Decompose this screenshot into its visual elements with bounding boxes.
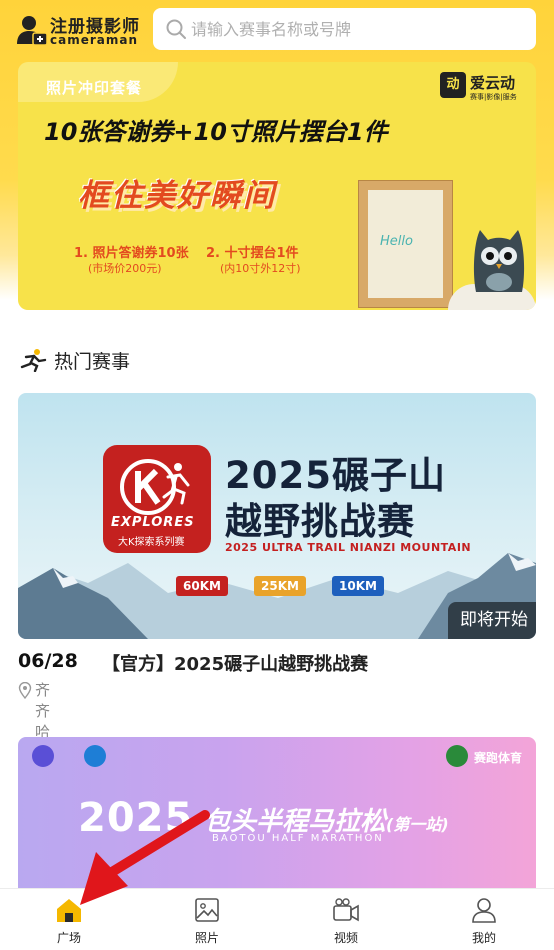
tab-label: 广场 (56, 931, 81, 945)
register-photographer-button[interactable]: 注册摄影师 cameraman (16, 12, 146, 48)
app-screen: 注册摄影师 cameraman 照片冲印套餐 动 爱云动 赛事|影像|服务 10… (0, 0, 554, 950)
video-camera-icon (333, 898, 359, 922)
sponsor-logo (32, 745, 54, 767)
tab-me[interactable]: 我的 (415, 889, 553, 950)
banner-item2-title: 2. 十寸摆台1件 (206, 246, 299, 261)
tab-photo[interactable]: 照片 (138, 889, 276, 950)
event-logo-text: EXPLORES (111, 515, 195, 530)
poster-subtitle: BAOTOU HALF MARATHON (212, 833, 384, 844)
frame-text: Hello (380, 234, 413, 249)
banner-headline: 10张答谢券+10寸照片摆台1件 (44, 118, 388, 146)
add-user-icon (17, 16, 48, 46)
banner-item1-title: 1. 照片答谢券10张 (74, 246, 189, 261)
tab-label: 照片 (194, 931, 219, 945)
runner-k-icon (120, 459, 190, 515)
search-input[interactable] (191, 8, 521, 50)
banner-item1-subtitle: (市场价200元) (88, 262, 162, 275)
event-logo-subtext: 大K探索系列赛 (118, 537, 185, 548)
poster-title-line2: 越野挑战赛 (225, 500, 415, 543)
banner-item2-subtitle: (内10寸外12寸) (220, 262, 301, 275)
sponsor-logo (84, 745, 106, 767)
photo-icon (195, 898, 219, 922)
top-bar: 注册摄影师 cameraman (0, 0, 554, 60)
bottom-tab-bar: 广场 照片 视频 我的 (0, 888, 554, 950)
tab-video[interactable]: 视频 (277, 889, 415, 950)
event-date: 06/28 (18, 650, 78, 672)
section-title: 热门赛事 (54, 351, 131, 373)
status-badge: 即将开始 (448, 602, 536, 639)
photo-frame-inner: Hello (368, 190, 443, 298)
distance-badge: 60KM (176, 576, 228, 596)
home-icon (57, 899, 81, 922)
register-subtitle: cameraman (50, 33, 139, 47)
user-icon (472, 898, 496, 923)
event-name[interactable]: 【官方】2025碾子山越野挑战赛 (102, 650, 368, 676)
event-card-poster[interactable]: EXPLORES 大K探索系列赛 2025碾子山 越野挑战赛 2025 ULTR… (18, 393, 536, 639)
poster-year: 2025 (78, 795, 194, 841)
brand-logo: 动 爱云动 赛事|影像|服务 (440, 70, 528, 104)
location-pin-icon (18, 682, 32, 699)
runner-icon (20, 349, 47, 372)
owl-figurine-image (473, 230, 525, 292)
sponsor-logo (446, 745, 468, 767)
distance-badge: 25KM (254, 576, 306, 596)
banner-label: 照片冲印套餐 (46, 79, 143, 97)
event-logo: EXPLORES 大K探索系列赛 (103, 445, 211, 553)
tab-home[interactable]: 广场 (0, 889, 138, 950)
poster-stage: (第一站) (386, 815, 449, 834)
poster-brand: 赛跑体育 (474, 751, 523, 765)
photo-frame-image: Hello (358, 180, 453, 308)
brand-tagline: 赛事|影像|服务 (470, 93, 517, 101)
tab-label: 视频 (333, 931, 358, 945)
promo-banner[interactable]: 照片冲印套餐 动 爱云动 赛事|影像|服务 10张答谢券+10寸照片摆台1件 框… (18, 62, 536, 310)
banner-slogan: 框住美好瞬间 (78, 178, 276, 214)
distance-badge: 10KM (332, 576, 384, 596)
poster-subtitle: 2025 ULTRA TRAIL NIANZI MOUNTAIN (225, 541, 472, 554)
brand-name: 爱云动 (470, 74, 516, 92)
search-icon (166, 19, 186, 39)
event-card-poster[interactable]: 赛跑体育 2025 包头半程马拉松(第一站) BAOTOU HALF MARAT… (18, 737, 536, 897)
brand-logo-mark: 动 (440, 72, 466, 98)
tab-label: 我的 (471, 931, 496, 945)
search-bar[interactable] (153, 8, 536, 50)
